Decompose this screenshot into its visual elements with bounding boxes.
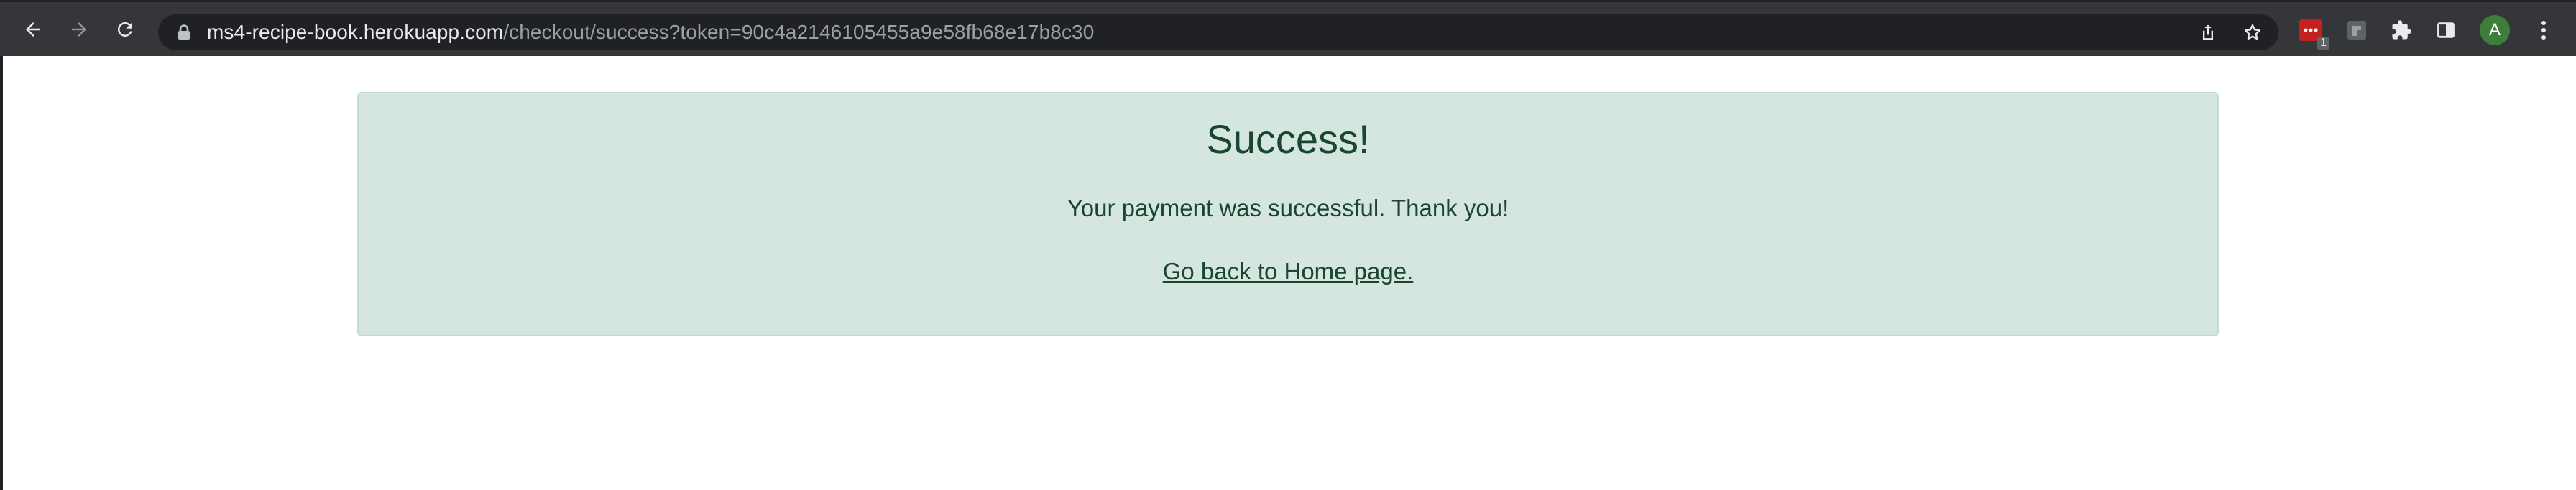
url-host: ms4-recipe-book.herokuapp.com — [207, 21, 504, 43]
back-button[interactable] — [17, 14, 49, 45]
extension-gray-button[interactable] — [2343, 17, 2370, 44]
side-panel-icon — [2437, 22, 2455, 38]
extension-red-icon: 1 — [2299, 19, 2329, 50]
forward-arrow-icon — [72, 22, 86, 37]
reload-icon — [118, 22, 132, 37]
bookmark-star-icon[interactable] — [2242, 22, 2263, 42]
extension-gray-icon — [2347, 21, 2366, 40]
browser-menu-button[interactable] — [2530, 17, 2557, 44]
reload-button[interactable] — [109, 14, 141, 45]
extension-red-button[interactable]: 1 — [2297, 17, 2329, 50]
home-page-link[interactable]: Go back to Home page. — [359, 257, 2217, 286]
url-path: /checkout/success?token=90c4a2146105455a… — [503, 21, 1095, 43]
kebab-menu-icon — [2542, 21, 2546, 40]
back-arrow-icon — [26, 22, 40, 37]
extensions-button[interactable] — [2388, 17, 2415, 44]
forward-button[interactable] — [63, 14, 95, 45]
alert-heading: Success! — [1206, 116, 1370, 162]
page-content: Success! Your payment was successful. Th… — [3, 56, 2576, 490]
payment-success-message: Your payment was successful. Thank you! — [1067, 195, 1509, 221]
address-bar[interactable]: ms4-recipe-book.herokuapp.com/checkout/s… — [158, 14, 2278, 50]
success-alert: Success! Your payment was successful. Th… — [357, 92, 2219, 336]
side-panel-button[interactable] — [2432, 17, 2460, 44]
browser-toolbar: ms4-recipe-book.herokuapp.com/checkout/s… — [0, 0, 2576, 56]
puzzle-extensions-icon — [2392, 20, 2411, 40]
url-text[interactable]: ms4-recipe-book.herokuapp.com/checkout/s… — [207, 14, 1094, 50]
extension-badge: 1 — [2317, 37, 2329, 50]
lock-icon[interactable] — [177, 24, 191, 40]
profile-avatar[interactable]: A — [2480, 15, 2510, 45]
share-icon[interactable] — [2198, 22, 2218, 42]
